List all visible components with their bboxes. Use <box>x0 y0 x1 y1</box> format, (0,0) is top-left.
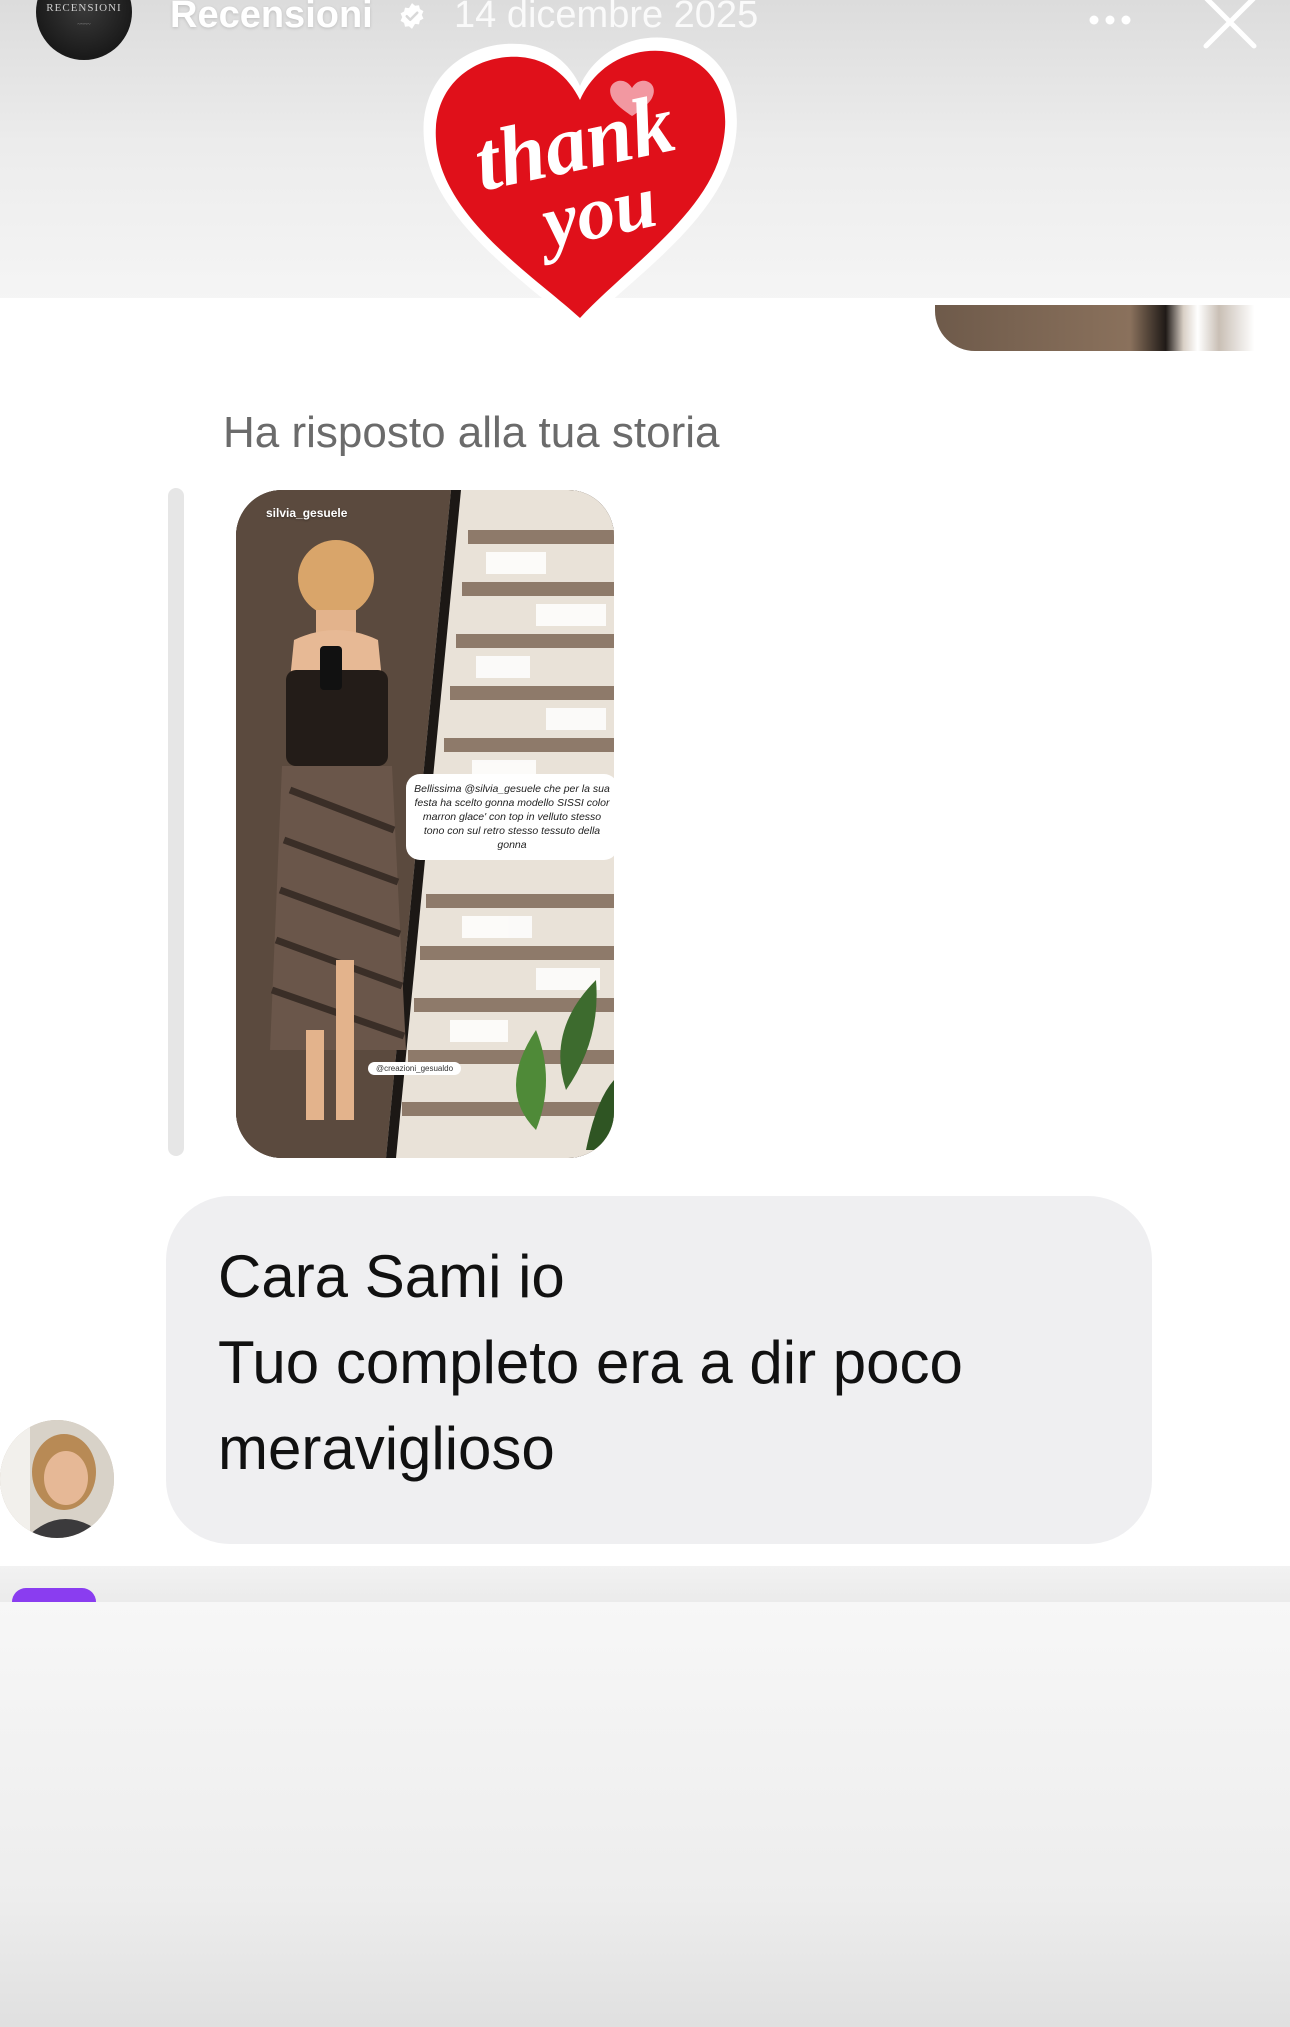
reply-quote-bar <box>168 488 184 1156</box>
account-avatar[interactable]: RECENSIONI ~~~~ <box>36 0 132 60</box>
message-line: meraviglioso <box>218 1415 555 1482</box>
avatar-logo-sub: ~~~~ <box>77 22 91 28</box>
account-name[interactable]: Recensioni <box>170 0 373 37</box>
sender-avatar[interactable] <box>0 1420 114 1538</box>
message-line: Tuo completo era a dir poco <box>218 1329 963 1396</box>
thank-you-heart-sticker: thank you <box>423 37 737 330</box>
reply-to-story-label: Ha risposto alla tua storia <box>223 408 720 457</box>
story-thumbnail-tag: @creazioni_gesualdo <box>368 1062 462 1075</box>
message-line: Cara Sami io <box>218 1243 565 1310</box>
sender-avatar-image <box>0 1420 114 1538</box>
more-options-icon[interactable] <box>1084 0 1136 40</box>
close-icon[interactable] <box>1200 0 1260 50</box>
story-thumbnail-caption: Bellissima @silvia_gesuele che per la su… <box>406 774 614 860</box>
story-thumbnail-username: silvia_gesuele <box>266 506 348 520</box>
next-message-edge <box>0 1566 1290 1602</box>
message-text: Cara Sami io Tuo completo era a dir poco… <box>218 1234 1118 1492</box>
partial-photo <box>935 305 1290 351</box>
replied-story-thumbnail[interactable]: silvia_gesuele Bellissima @silvia_gesuel… <box>236 490 614 1158</box>
avatar-logo-text: RECENSIONI <box>46 2 122 14</box>
next-avatar-edge <box>12 1588 96 1602</box>
story-bottom-background <box>0 1602 1290 2027</box>
message-bubble[interactable]: Cara Sami io Tuo completo era a dir poco… <box>166 1196 1152 1544</box>
verified-badge-icon <box>400 3 424 29</box>
